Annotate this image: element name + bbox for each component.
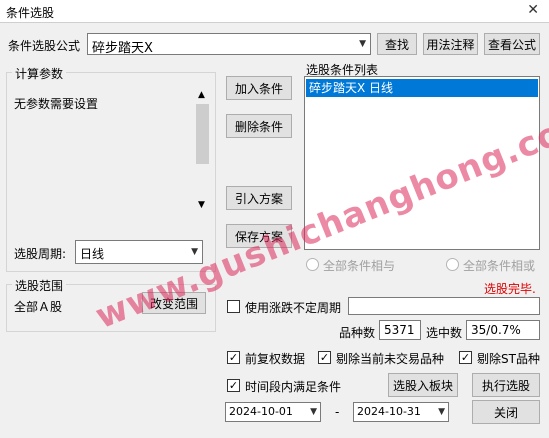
save-plan-button[interactable]: 保存方案	[226, 224, 292, 248]
or-label: 全部条件相或	[463, 259, 536, 273]
params-legend: 计算参数	[12, 65, 67, 82]
count-value: 5371	[384, 323, 415, 337]
date-separator: -	[335, 405, 340, 419]
remove-untraded-checkbox[interactable]: ✓	[318, 351, 331, 364]
start-date-picker[interactable]: 2024-10-01 ▼	[225, 402, 321, 422]
list-item[interactable]: 碎步踏天X 日线	[306, 79, 538, 97]
period-cond-label: 时间段内满足条件	[245, 380, 342, 394]
import-plan-button[interactable]: 引入方案	[226, 186, 292, 210]
window-title: 条件选股	[6, 6, 55, 20]
status-text: 选股完毕.	[484, 282, 536, 296]
close-icon[interactable]: ✕	[527, 2, 539, 18]
limit-checkbox[interactable]	[227, 300, 240, 313]
execute-button[interactable]: 执行选股	[472, 373, 540, 397]
title-bar: 条件选股 ✕	[0, 0, 549, 23]
formula-select[interactable]: 碎步踏天X ▼	[87, 33, 371, 56]
remove-condition-button[interactable]: 删除条件	[226, 114, 292, 138]
period-cond-checkbox[interactable]: ✓	[227, 379, 240, 392]
and-label: 全部条件相与	[323, 259, 396, 273]
start-date-value: 2024-10-01	[229, 405, 293, 418]
add-condition-button[interactable]: 加入条件	[226, 76, 292, 100]
remove-st-checkbox[interactable]: ✓	[459, 351, 472, 364]
remove-st-label: 剔除ST品种	[477, 352, 540, 366]
count-field: 5371	[379, 320, 421, 340]
adjusted-label: 前复权数据	[245, 352, 306, 366]
hit-field: 35/0.7%	[466, 320, 540, 340]
limit-input[interactable]	[348, 297, 540, 315]
view-formula-button[interactable]: 查看公式	[484, 33, 540, 55]
params-scrollbar[interactable]: ▲ ▼	[194, 88, 211, 214]
formula-label: 条件选股公式	[8, 39, 81, 53]
formula-value: 碎步踏天X	[92, 41, 153, 56]
hit-label: 选中数	[426, 326, 463, 340]
change-scope-button[interactable]: 改变范围	[142, 292, 206, 314]
scroll-thumb[interactable]	[196, 104, 209, 164]
chevron-down-icon: ▼	[191, 247, 198, 257]
scope-legend: 选股范围	[12, 277, 67, 294]
find-button[interactable]: 查找	[377, 33, 417, 55]
or-radio[interactable]	[446, 258, 459, 271]
period-label: 选股周期:	[14, 247, 67, 261]
chevron-down-icon: ▼	[438, 407, 445, 417]
params-text: 无参数需要设置	[14, 97, 99, 111]
remove-untraded-label: 剔除当前未交易品种	[336, 352, 445, 366]
hit-value: 35/0.7%	[471, 323, 521, 337]
chevron-down-icon: ▼	[310, 407, 317, 417]
params-textarea[interactable]: 无参数需要设置 ▲ ▼	[12, 88, 212, 216]
scroll-up-icon[interactable]: ▲	[198, 90, 205, 100]
scroll-down-icon[interactable]: ▼	[198, 200, 205, 210]
chevron-down-icon: ▼	[359, 39, 366, 49]
period-value: 日线	[80, 247, 105, 261]
limit-label: 使用涨跌不定周期	[245, 301, 342, 315]
adjusted-checkbox[interactable]: ✓	[227, 351, 240, 364]
to-block-button[interactable]: 选股入板块	[388, 373, 458, 397]
end-date-picker[interactable]: 2024-10-31 ▼	[353, 402, 449, 422]
period-select[interactable]: 日线 ▼	[75, 240, 203, 264]
conditions-list[interactable]: 碎步踏天X 日线	[304, 76, 540, 250]
usage-button[interactable]: 用法注释	[423, 33, 478, 55]
count-label: 品种数	[339, 326, 376, 340]
end-date-value: 2024-10-31	[357, 405, 421, 418]
close-button[interactable]: 关闭	[472, 400, 540, 424]
and-radio[interactable]	[306, 258, 319, 271]
scope-value: 全部Ａ股	[14, 300, 63, 314]
